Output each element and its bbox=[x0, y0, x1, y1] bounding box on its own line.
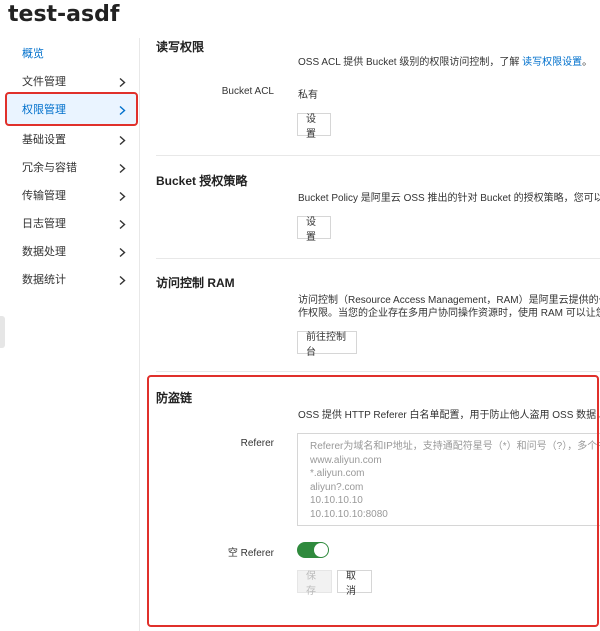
section-divider bbox=[156, 155, 600, 156]
chevron-right-icon bbox=[119, 275, 126, 286]
bucket-acl-value: 私有 bbox=[298, 90, 318, 101]
placeholder-line: Referer为域名和IP地址，支持通配符星号（*）和问号（?），多个Refer… bbox=[310, 441, 600, 452]
sidebar-item-data-processing[interactable]: 数据处理 bbox=[6, 238, 134, 264]
section-title-policy: Bucket 授权策略 bbox=[156, 174, 248, 188]
sidebar-item-label: 日志管理 bbox=[22, 218, 66, 230]
placeholder-line: aliyun?.com bbox=[310, 481, 364, 493]
chevron-right-icon bbox=[119, 77, 126, 88]
rw-desc-end: 。 bbox=[582, 57, 593, 68]
rw-description: OSS ACL 提供 Bucket 级别的权限访问控制，了解 读写权限设置。 bbox=[298, 55, 592, 70]
cancel-button[interactable]: 取消 bbox=[337, 570, 372, 597]
sidebar-item-label: 文件管理 bbox=[22, 76, 66, 88]
section-divider bbox=[156, 258, 600, 259]
page-title: test-asdf bbox=[8, 2, 120, 27]
sidebar-item-files[interactable]: 文件管理 bbox=[6, 68, 134, 94]
placeholder-line: 10.10.10.10 bbox=[310, 495, 363, 506]
ram-description-line2: 作权限。当您的企业存在多用户协同操作资源时，使用 RAM 可以让您避免与其 bbox=[298, 308, 600, 319]
main-content: 读写权限 OSS ACL 提供 Bucket 级别的权限访问控制，了解 读写权限… bbox=[140, 0, 600, 631]
bucket-acl-label: Bucket ACL bbox=[221, 86, 274, 97]
sidebar-item-transfer[interactable]: 传输管理 bbox=[6, 182, 134, 208]
rw-settings-link[interactable]: 读写权限设置 bbox=[522, 57, 582, 68]
referer-whitelist-textarea[interactable]: Referer为域名和IP地址，支持通配符星号（*）和问号（?），多个Refer… bbox=[297, 433, 600, 526]
sidebar-item-label: 数据处理 bbox=[22, 246, 66, 258]
referer-desc-text: OSS 提供 HTTP Referer 白名单配置，用于防止他人盗用 OSS 数… bbox=[298, 410, 600, 421]
rw-desc-text: OSS ACL 提供 Bucket 级别的权限访问控制，了解 bbox=[298, 57, 520, 68]
go-to-console-button[interactable]: 前往控制台 bbox=[297, 331, 357, 358]
referer-label: Referer bbox=[240, 438, 274, 449]
sidebar-item-overview[interactable]: 概览 bbox=[6, 40, 134, 66]
chevron-right-icon bbox=[119, 191, 126, 202]
placeholder-line: www.aliyun.com bbox=[310, 454, 382, 466]
policy-description: Bucket Policy 是阿里云 OSS 推出的针对 Bucket 的授权策… bbox=[298, 193, 600, 204]
placeholder-line: 10.10.10.10:8080 bbox=[310, 508, 388, 520]
section-divider bbox=[156, 371, 600, 372]
rw-settings-button[interactable]: 设置 bbox=[297, 113, 331, 140]
sidebar-item-permissions[interactable]: 权限管理 bbox=[6, 96, 134, 122]
placeholder-line: *.aliyun.com bbox=[310, 468, 365, 479]
sidebar-item-label: 基础设置 bbox=[22, 134, 66, 146]
sidebar-item-label: 冗余与容错 bbox=[22, 162, 77, 174]
save-button[interactable]: 保存 bbox=[297, 570, 332, 597]
sidebar-item-label: 概览 bbox=[22, 48, 44, 60]
sidebar-item-logs[interactable]: 日志管理 bbox=[6, 210, 134, 236]
toggle-knob bbox=[314, 543, 328, 557]
empty-referer-toggle[interactable] bbox=[297, 542, 329, 558]
sidebar-item-redundancy[interactable]: 冗余与容错 bbox=[6, 154, 134, 180]
sidebar-item-basic-settings[interactable]: 基础设置 bbox=[6, 126, 134, 152]
chevron-right-icon bbox=[119, 135, 126, 146]
sidebar-item-label: 传输管理 bbox=[22, 190, 66, 202]
chevron-right-icon bbox=[119, 105, 126, 116]
chevron-right-icon bbox=[119, 163, 126, 174]
sidebar-item-label: 权限管理 bbox=[22, 104, 66, 116]
section-title-rw: 读写权限 bbox=[156, 40, 205, 54]
sidebar-item-label: 数据统计 bbox=[22, 274, 66, 286]
chevron-right-icon bbox=[119, 247, 126, 258]
chevron-right-icon bbox=[119, 219, 126, 230]
section-title-ram: 访问控制 RAM bbox=[156, 276, 235, 290]
referer-description: OSS 提供 HTTP Referer 白名单配置，用于防止他人盗用 OSS 数… bbox=[298, 408, 600, 423]
collapse-handle[interactable] bbox=[0, 316, 5, 348]
empty-referer-label: 空 Referer bbox=[227, 548, 274, 559]
section-title-referer: 防盗链 bbox=[156, 391, 193, 405]
policy-settings-button[interactable]: 设置 bbox=[297, 216, 331, 243]
sidebar-item-statistics[interactable]: 数据统计 bbox=[6, 266, 134, 292]
